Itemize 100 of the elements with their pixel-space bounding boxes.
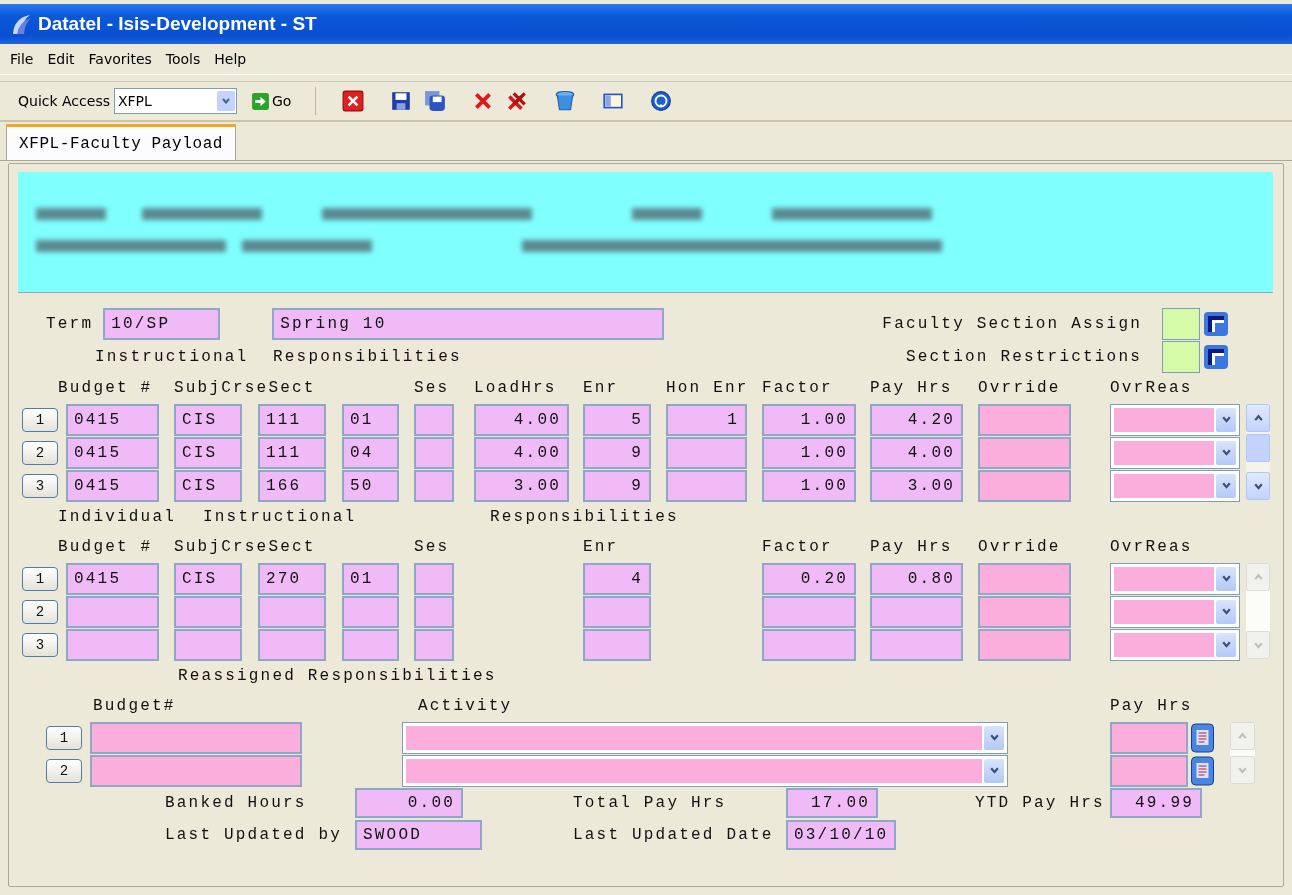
help-icon[interactable] bbox=[650, 90, 673, 112]
input-field[interactable] bbox=[1162, 340, 1200, 373]
dropdown[interactable] bbox=[1110, 436, 1240, 469]
input-field[interactable]: 3.00 bbox=[870, 469, 963, 502]
go-button[interactable]: Go bbox=[250, 91, 292, 111]
menu-item[interactable]: Edit bbox=[47, 50, 75, 68]
input-field[interactable]: 1.00 bbox=[762, 436, 856, 469]
input-field[interactable] bbox=[870, 628, 963, 661]
override-field[interactable] bbox=[978, 595, 1071, 628]
input-field[interactable] bbox=[66, 595, 159, 628]
override-field[interactable] bbox=[978, 436, 1071, 469]
input-field[interactable]: 4.00 bbox=[870, 436, 963, 469]
input-field[interactable]: 0415 bbox=[66, 469, 159, 502]
input-field[interactable] bbox=[414, 595, 454, 628]
scroll-thumb[interactable] bbox=[1246, 434, 1270, 462]
input-field[interactable] bbox=[1162, 307, 1200, 340]
input-field[interactable] bbox=[414, 436, 454, 469]
input-field[interactable]: 111 bbox=[258, 436, 326, 469]
save-all-icon[interactable] bbox=[424, 90, 447, 112]
row-number-button[interactable]: 1 bbox=[22, 566, 58, 591]
input-field[interactable]: 4.20 bbox=[870, 403, 963, 436]
row-number-button[interactable]: 2 bbox=[22, 440, 58, 465]
input-field[interactable]: 4 bbox=[583, 562, 651, 595]
input-field[interactable] bbox=[666, 436, 747, 469]
menu-item[interactable]: Help bbox=[214, 50, 247, 68]
input-field[interactable] bbox=[762, 628, 856, 661]
input-field[interactable]: 17.00 bbox=[786, 788, 878, 818]
input-field[interactable] bbox=[258, 595, 326, 628]
input-field[interactable]: 0.20 bbox=[762, 562, 856, 595]
input-field[interactable] bbox=[342, 628, 399, 661]
input-field[interactable]: 9 bbox=[583, 436, 651, 469]
delete-all-icon[interactable] bbox=[506, 90, 529, 112]
input-field[interactable]: 4.00 bbox=[474, 436, 569, 469]
menu-item[interactable]: Favorites bbox=[88, 50, 152, 68]
input-field[interactable] bbox=[342, 595, 399, 628]
row-number-button[interactable]: 1 bbox=[46, 725, 82, 750]
row-number-button[interactable]: 2 bbox=[46, 758, 82, 783]
scroll-up-icon[interactable] bbox=[1246, 404, 1270, 432]
detail-icon[interactable] bbox=[1190, 755, 1215, 786]
row-number-button[interactable]: 3 bbox=[22, 632, 58, 657]
input-field[interactable]: 01 bbox=[342, 562, 399, 595]
input-field[interactable] bbox=[174, 628, 242, 661]
activity-dropdown[interactable] bbox=[402, 721, 1008, 754]
input-field[interactable] bbox=[666, 469, 747, 502]
input-field[interactable]: 0.80 bbox=[870, 562, 963, 595]
input-field[interactable] bbox=[414, 628, 454, 661]
detail-icon[interactable] bbox=[1190, 722, 1215, 753]
row-number-button[interactable]: 1 bbox=[22, 407, 58, 432]
tab[interactable]: XFPL-Faculty Payload bbox=[6, 124, 237, 160]
input-field[interactable] bbox=[1110, 754, 1188, 787]
input-field[interactable]: 5 bbox=[583, 403, 651, 436]
input-field[interactable] bbox=[66, 628, 159, 661]
input-field[interactable]: 04 bbox=[342, 436, 399, 469]
input-field[interactable]: 0.00 bbox=[355, 788, 463, 818]
input-field[interactable]: 3.00 bbox=[474, 469, 569, 502]
input-field[interactable] bbox=[583, 595, 651, 628]
override-field[interactable] bbox=[978, 403, 1071, 436]
save-icon[interactable] bbox=[390, 90, 413, 112]
input-field[interactable]: 01 bbox=[342, 403, 399, 436]
trash-icon[interactable] bbox=[554, 90, 577, 112]
input-field[interactable] bbox=[583, 628, 651, 661]
close-icon[interactable] bbox=[342, 90, 365, 112]
input-field[interactable] bbox=[174, 595, 242, 628]
input-field[interactable] bbox=[870, 595, 963, 628]
input-field[interactable]: 4.00 bbox=[474, 403, 569, 436]
input-field[interactable] bbox=[90, 754, 302, 787]
override-field[interactable] bbox=[978, 628, 1071, 661]
input-field[interactable]: 0415 bbox=[66, 562, 159, 595]
input-field[interactable]: 50 bbox=[342, 469, 399, 502]
input-field[interactable]: 1.00 bbox=[762, 403, 856, 436]
input-field[interactable]: CIS bbox=[174, 469, 242, 502]
input-field[interactable] bbox=[762, 595, 856, 628]
override-field[interactable] bbox=[978, 469, 1071, 502]
lookup-icon[interactable] bbox=[1203, 343, 1229, 370]
row-number-button[interactable]: 2 bbox=[22, 599, 58, 624]
input-field[interactable] bbox=[414, 562, 454, 595]
input-field[interactable] bbox=[1110, 721, 1188, 754]
override-field[interactable] bbox=[978, 562, 1071, 595]
input-field[interactable]: SWOOD bbox=[355, 820, 482, 850]
dropdown[interactable] bbox=[1110, 562, 1240, 595]
menu-item[interactable]: Tools bbox=[165, 50, 201, 68]
input-field[interactable]: 49.99 bbox=[1110, 788, 1202, 818]
row-number-button[interactable]: 3 bbox=[22, 473, 58, 498]
term-field[interactable]: 10/SP bbox=[103, 307, 221, 340]
scroll-down-icon[interactable] bbox=[1246, 472, 1270, 500]
dropdown[interactable] bbox=[1110, 595, 1240, 628]
activity-dropdown[interactable] bbox=[402, 754, 1008, 787]
input-field[interactable]: 0415 bbox=[66, 436, 159, 469]
input-field[interactable]: 1.00 bbox=[762, 469, 856, 502]
input-field[interactable] bbox=[414, 469, 454, 502]
input-field[interactable]: CIS bbox=[174, 436, 242, 469]
input-field[interactable]: 0415 bbox=[66, 403, 159, 436]
term-name-field[interactable]: Spring 10 bbox=[272, 307, 665, 340]
input-field[interactable]: 9 bbox=[583, 469, 651, 502]
input-field[interactable]: 111 bbox=[258, 403, 326, 436]
input-field[interactable]: 1 bbox=[666, 403, 747, 436]
input-field[interactable] bbox=[90, 721, 302, 754]
input-field[interactable]: CIS bbox=[174, 562, 242, 595]
dropdown[interactable] bbox=[1110, 628, 1240, 661]
input-field[interactable]: 03/10/10 bbox=[786, 820, 896, 850]
